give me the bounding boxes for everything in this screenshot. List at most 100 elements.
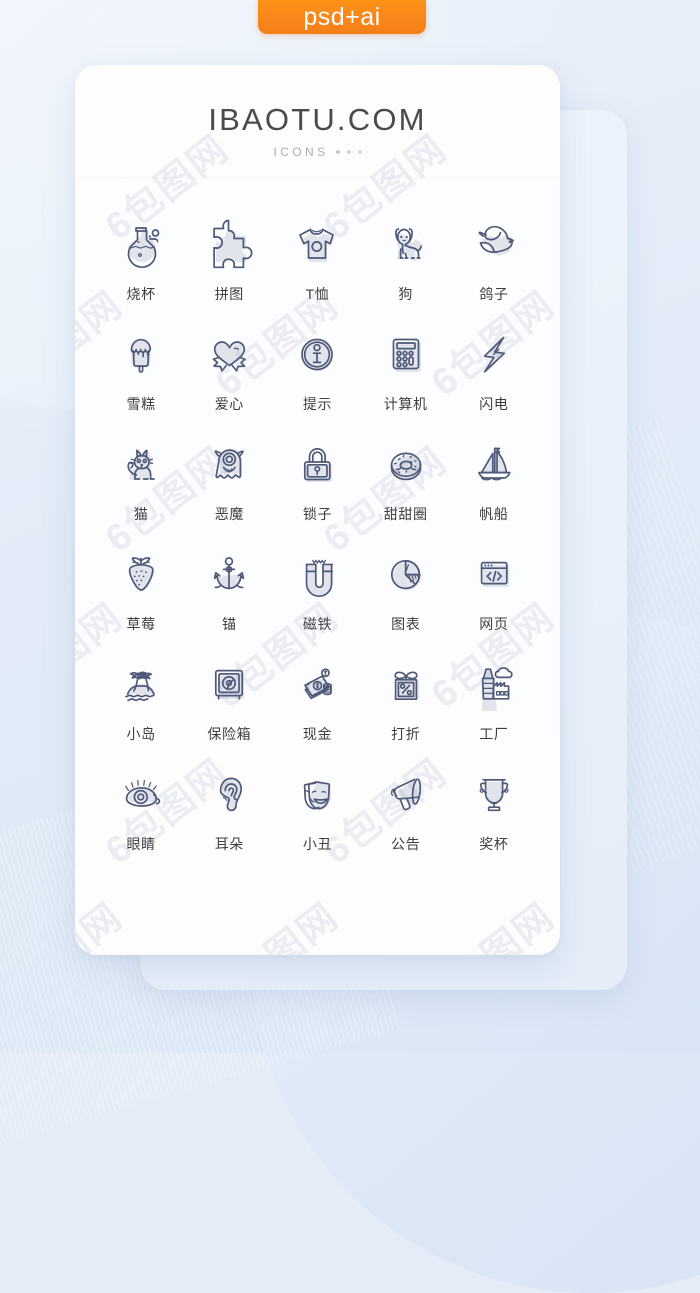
theater-masks-icon — [286, 762, 348, 824]
icon-set-card: IBAOTU.COM ICONS 烧杯 拼图 T恤 狗 鸽子 雪糕 爱心 提示 … — [75, 65, 560, 955]
icon-label: 小丑 — [302, 836, 333, 852]
icon-cell-trophy[interactable]: 奖杯 — [450, 762, 538, 854]
tshirt-icon — [286, 212, 348, 274]
icon-label: 耳朵 — [214, 836, 244, 852]
icon-cell-sailboat[interactable]: 帆船 — [450, 432, 538, 524]
heart-icon — [198, 322, 260, 384]
icon-label: 奖杯 — [479, 836, 509, 852]
dot-icon — [346, 150, 351, 154]
icon-label: 锁子 — [302, 506, 333, 522]
icon-cell-cat[interactable]: 猫 — [97, 432, 185, 524]
island-icon — [110, 652, 172, 714]
icon-label: 现金 — [302, 726, 333, 742]
ice-cream-icon — [110, 322, 172, 384]
watermark: 6包图网 — [417, 887, 560, 955]
icon-cell-puzzle[interactable]: 拼图 — [185, 212, 273, 304]
anchor-icon — [198, 542, 260, 604]
pie-chart-icon — [375, 542, 437, 604]
icon-label: 雪糕 — [126, 396, 156, 412]
icon-label: 打折 — [391, 726, 421, 742]
icon-cell-pie-chart[interactable]: 图表 — [362, 542, 450, 634]
icon-label: 帆船 — [479, 506, 509, 522]
icon-label: 鸽子 — [479, 286, 509, 302]
icon-label: 眼睛 — [126, 836, 156, 852]
icon-label: 猫 — [133, 506, 149, 522]
icon-label: 锚 — [221, 616, 237, 632]
icon-cell-ear[interactable]: 耳朵 — [185, 762, 273, 854]
icon-label: 拼图 — [214, 286, 244, 302]
icon-label: 闪电 — [479, 396, 509, 412]
icon-cell-webpage-code[interactable]: 网页 — [450, 542, 538, 634]
icon-cell-island[interactable]: 小岛 — [97, 652, 185, 744]
icon-cell-lightning[interactable]: 闪电 — [450, 322, 538, 414]
lock-icon — [286, 432, 348, 494]
icon-label: 爱心 — [214, 396, 244, 412]
discount-tag-icon — [375, 652, 437, 714]
dog-icon — [375, 212, 437, 274]
icon-label: 公告 — [391, 836, 421, 852]
cash-icon — [286, 652, 348, 714]
icon-label: 恶魔 — [214, 506, 244, 522]
icon-cell-megaphone[interactable]: 公告 — [362, 762, 450, 854]
calculator-icon — [375, 322, 437, 384]
icon-label: 烧杯 — [126, 286, 156, 302]
icon-cell-calculator[interactable]: 计算机 — [362, 322, 450, 414]
icon-label: 提示 — [302, 396, 333, 412]
cat-icon — [110, 432, 172, 494]
icon-cell-dove[interactable]: 鸽子 — [450, 212, 538, 304]
icon-cell-strawberry[interactable]: 草莓 — [97, 542, 185, 634]
icon-cell-beaker[interactable]: 烧杯 — [97, 212, 185, 304]
icon-label: T恤 — [305, 286, 330, 302]
icon-cell-tshirt[interactable]: T恤 — [273, 212, 361, 304]
icon-label: 草莓 — [126, 616, 156, 632]
icon-label: 保险箱 — [207, 726, 252, 742]
icon-label: 小岛 — [126, 726, 156, 742]
icon-cell-donut[interactable]: 甜甜圈 — [362, 432, 450, 524]
icon-cell-discount-tag[interactable]: 打折 — [362, 652, 450, 744]
icon-grid: 烧杯 拼图 T恤 狗 鸽子 雪糕 爱心 提示 计算机 闪电 猫 恶魔 锁子 甜甜… — [75, 178, 560, 884]
strawberry-icon — [110, 542, 172, 604]
icon-label: 甜甜圈 — [383, 506, 428, 522]
devil-icon — [198, 432, 260, 494]
safe-icon — [198, 652, 260, 714]
eye-icon — [110, 762, 172, 824]
magnet-icon — [286, 542, 348, 604]
icon-cell-heart[interactable]: 爱心 — [185, 322, 273, 414]
icon-cell-factory[interactable]: 工厂 — [450, 652, 538, 744]
dot-icon — [357, 150, 362, 154]
icon-label: 磁铁 — [302, 616, 333, 632]
icon-label: 计算机 — [383, 396, 428, 412]
icon-cell-dog[interactable]: 狗 — [362, 212, 450, 304]
card-header: IBAOTU.COM ICONS — [75, 65, 560, 178]
icon-cell-devil[interactable]: 恶魔 — [185, 432, 273, 524]
subtitle-row: ICONS — [75, 145, 560, 159]
icon-label: 工厂 — [479, 726, 509, 742]
webpage-code-icon — [463, 542, 525, 604]
icon-cell-theater-masks[interactable]: 小丑 — [273, 762, 361, 854]
sailboat-icon — [463, 432, 525, 494]
beaker-icon — [110, 212, 172, 274]
icon-label: 网页 — [479, 616, 509, 632]
psd-ai-badge: psd+ai — [258, 0, 426, 34]
icon-cell-eye[interactable]: 眼睛 — [97, 762, 185, 854]
page-title: IBAOTU.COM — [208, 102, 427, 137]
icon-cell-cash[interactable]: 现金 — [273, 652, 361, 744]
lightning-icon — [463, 322, 525, 384]
watermark: 6包图网 — [201, 887, 348, 955]
icon-cell-lock[interactable]: 锁子 — [273, 432, 361, 524]
icon-cell-anchor[interactable]: 锚 — [185, 542, 273, 634]
icon-label: 图表 — [391, 616, 421, 632]
icon-cell-ice-cream[interactable]: 雪糕 — [97, 322, 185, 414]
factory-icon — [463, 652, 525, 714]
donut-icon — [375, 432, 437, 494]
puzzle-icon — [198, 212, 260, 274]
icon-cell-safe[interactable]: 保险箱 — [185, 652, 273, 744]
dove-icon — [463, 212, 525, 274]
watermark: 6包图网 — [75, 887, 132, 955]
psd-ai-badge-label: psd+ai — [303, 2, 381, 31]
dot-icon — [335, 150, 340, 154]
icon-cell-info[interactable]: 提示 — [273, 322, 361, 414]
icon-cell-magnet[interactable]: 磁铁 — [273, 542, 361, 634]
icon-label: 狗 — [398, 286, 413, 302]
trophy-icon — [463, 762, 525, 824]
